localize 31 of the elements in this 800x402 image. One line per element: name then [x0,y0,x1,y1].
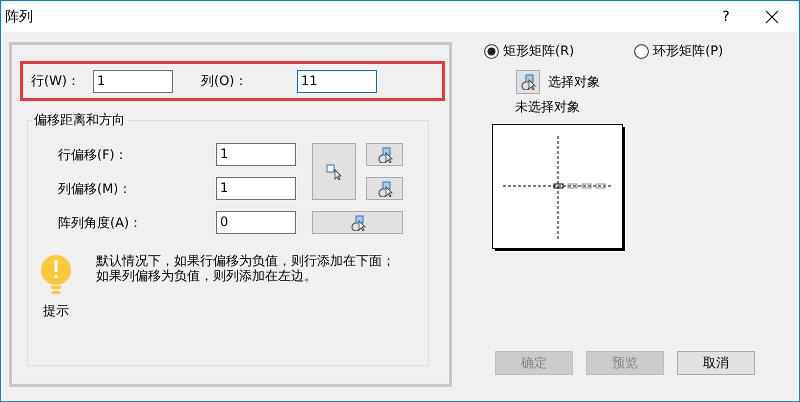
field-label: 行(W)： [31,73,81,90]
input-field[interactable]: 0 [216,211,296,234]
group-title: 偏移距离和方向 [33,112,126,129]
input-field[interactable]: 1 [93,70,173,92]
rotate-pick-icon [376,180,392,196]
select-objects-button[interactable] [516,70,540,94]
close-icon [765,10,779,24]
input-field[interactable]: 1 [216,143,296,166]
pick-cursor-icon [326,164,342,180]
rotate-pick-icon [520,74,536,90]
field-label: 阵列角度(A)： [57,214,144,232]
selection-status: 未选择对象 [515,99,581,116]
radio-option[interactable]: 环形矩阵(P) [634,42,724,60]
input-field[interactable]: 11 [297,70,377,92]
field-label: 列(O)： [201,73,248,90]
select-objects-label: 选择对象 [548,74,600,91]
dialog-button[interactable]: 取消 [677,351,755,375]
window-title: 阵列 [5,8,34,26]
hint-text: 默认情况下，如果行偏移为负值，则行添加在下面；如果列偏移为负值，则列添加在左边。 [96,254,396,286]
pick-button[interactable] [312,143,356,200]
lightbulb-icon [40,254,72,294]
pick-button[interactable] [312,211,403,234]
pick-button[interactable] [366,143,403,166]
field-label: 行偏移(F)： [57,146,129,164]
rotate-pick-icon [350,214,366,230]
pick-button[interactable] [366,177,403,200]
input-field[interactable]: 1 [216,177,296,200]
radio-option[interactable]: 矩形矩阵(R) [484,42,574,60]
rotate-pick-icon [376,146,392,162]
field-label: 列偏移(M)： [57,180,132,198]
hint-caption: 提示 [43,303,69,320]
